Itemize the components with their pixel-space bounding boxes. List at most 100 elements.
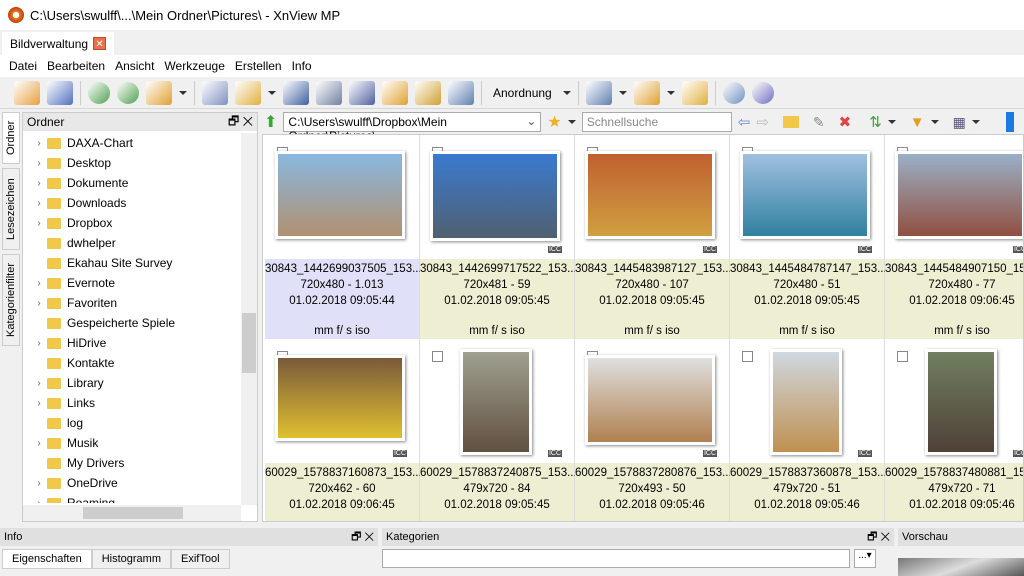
folder-item[interactable]: › Favoriten — [23, 293, 241, 313]
side-tab-kategorienfilter[interactable]: Kategorienfilter — [2, 254, 20, 346]
folder-item[interactable]: › Desktop — [23, 153, 241, 173]
thumbnail-item[interactable]: ICC 30843_1445483987127_153... 720x480 - 1… — [575, 135, 732, 339]
panel-float-close-icon[interactable]: 🗗 ✕ — [351, 528, 374, 547]
folder-item[interactable]: › Roaming — [23, 493, 241, 503]
info-tab-histogramm[interactable]: Histogramm — [91, 549, 172, 569]
thumbnail-size-slider[interactable] — [1005, 112, 1014, 132]
expand-arrow-icon[interactable]: › — [31, 138, 47, 149]
menu-erstellen[interactable]: Erstellen — [235, 59, 282, 73]
fullscreen-icon[interactable] — [47, 80, 73, 105]
folder-item[interactable]: › Library — [23, 373, 241, 393]
dropdown-arrow-icon[interactable] — [666, 90, 675, 95]
folder-item[interactable]: › Downloads — [23, 193, 241, 213]
dropdown-arrow-icon[interactable] — [618, 90, 627, 95]
folder-item[interactable]: Gespeicherte Spiele — [23, 313, 241, 333]
folder-item[interactable]: › Musik — [23, 433, 241, 453]
dropdown-arrow-icon[interactable] — [562, 90, 571, 95]
quick-search-input[interactable]: Schnellsuche — [581, 112, 732, 132]
thumbnail-item[interactable]: ICC 60029_1578837240875_153... 479x720 - 8… — [420, 339, 577, 521]
thumbnail-item[interactable]: ICC 30843_1445484907150_153... 720x480 - 7… — [885, 135, 1023, 339]
panel-float-close-icon[interactable]: 🗗 ✕ — [867, 528, 890, 547]
select-checkbox[interactable] — [742, 351, 753, 362]
expand-arrow-icon[interactable]: › — [31, 498, 47, 504]
scroll-thumb[interactable] — [242, 313, 256, 373]
panel-float-close-icon[interactable]: 🗗 ✕ — [228, 112, 253, 133]
expand-arrow-icon[interactable]: › — [31, 218, 47, 229]
thumbnail-item[interactable]: 30843_1442699037505_153... 720x480 - 1.01… — [265, 135, 422, 339]
select-checkbox[interactable] — [432, 351, 443, 362]
view-mode-icon[interactable]: ▦ — [953, 114, 966, 131]
folder-vertical-scrollbar[interactable] — [241, 133, 257, 505]
info-icon[interactable] — [202, 80, 228, 105]
menu-ansicht[interactable]: Ansicht — [115, 59, 154, 73]
menu-datei[interactable]: Datei — [9, 59, 37, 73]
expand-arrow-icon[interactable]: › — [31, 478, 47, 489]
convert-icon[interactable] — [146, 80, 172, 105]
sort-icon[interactable]: ⇅ — [869, 113, 882, 131]
copy-to-icon[interactable] — [382, 80, 408, 105]
thumbnail-item[interactable]: ICC 60029_1578837280876_153... 720x493 - 5… — [575, 339, 732, 521]
folder-item[interactable]: My Drivers — [23, 453, 241, 473]
move-to-icon[interactable] — [415, 80, 441, 105]
close-tab-icon[interactable]: ✕ — [93, 37, 107, 50]
help-icon[interactable] — [751, 81, 774, 104]
thumbnail-item[interactable]: ICC 60029_1578837360878_153... 479x720 - 5… — [730, 339, 887, 521]
expand-arrow-icon[interactable]: › — [31, 298, 47, 309]
settings-icon[interactable] — [722, 81, 745, 104]
info-tab-eigenschaften[interactable]: Eigenschaften — [2, 549, 92, 569]
rename-icon[interactable]: ✎ — [813, 114, 825, 131]
folder-item[interactable]: › Links — [23, 393, 241, 413]
move-icon[interactable] — [235, 80, 261, 105]
thumbnail-item[interactable]: ICC 60029_1578837480881_153... 479x720 - 7… — [885, 339, 1023, 521]
categories-menu-button[interactable]: ...▾ — [854, 549, 876, 568]
folder-item[interactable]: log — [23, 413, 241, 433]
folder-item[interactable]: › Dokumente — [23, 173, 241, 193]
thumbnail-item[interactable]: ICC 60029_1578837160873_153... 720x462 - 6… — [265, 339, 422, 521]
delete-icon[interactable]: ✖ — [839, 113, 852, 131]
filter-icon[interactable]: ▼ — [910, 114, 925, 131]
expand-arrow-icon[interactable]: › — [31, 158, 47, 169]
select-checkbox[interactable] — [897, 351, 908, 362]
expand-arrow-icon[interactable]: › — [31, 198, 47, 209]
expand-arrow-icon[interactable]: › — [31, 178, 47, 189]
folder-item[interactable]: Ekahau Site Survey — [23, 253, 241, 273]
folder-item[interactable]: › OneDrive — [23, 473, 241, 493]
folder-horizontal-scrollbar[interactable] — [23, 505, 241, 521]
new-folder-icon[interactable] — [782, 116, 799, 128]
chevron-down-icon[interactable]: ⌄ — [526, 114, 536, 128]
folder-item[interactable]: › DAXA-Chart — [23, 133, 241, 153]
favorites-star-icon[interactable]: ★ — [547, 112, 561, 132]
expand-arrow-icon[interactable]: › — [31, 278, 47, 289]
categories-input[interactable] — [382, 549, 850, 568]
info-tab-exiftool[interactable]: ExifTool — [171, 549, 230, 569]
rotate-left-icon[interactable] — [88, 81, 110, 104]
folder-item[interactable]: › Dropbox — [23, 213, 241, 233]
batch-rename-icon[interactable] — [585, 80, 612, 105]
expand-arrow-icon[interactable]: › — [31, 398, 47, 409]
find-icon[interactable] — [283, 80, 309, 105]
folder-item[interactable]: Kontakte — [23, 353, 241, 373]
folder-item[interactable]: dwhelper — [23, 233, 241, 253]
dropdown-arrow-icon[interactable] — [179, 90, 187, 95]
tab-bildverwaltung[interactable]: Bildverwaltung ✕ — [2, 32, 115, 55]
menu-info[interactable]: Info — [292, 59, 312, 73]
rotate-right-icon[interactable] — [117, 81, 139, 104]
view-icon[interactable] — [14, 80, 40, 105]
up-folder-icon[interactable]: ⬆ — [264, 112, 277, 132]
forward-arrow-icon[interactable]: ⇨ — [756, 113, 769, 131]
arrange-button[interactable]: Anordnung — [493, 86, 552, 100]
thumbnail-item[interactable]: ICC 30843_1445484787147_153... 720x480 - 5… — [730, 135, 887, 339]
expand-arrow-icon[interactable]: › — [31, 438, 47, 449]
folder-tree-icon[interactable] — [681, 80, 708, 105]
bookmark-icon[interactable] — [633, 80, 660, 105]
side-tab-lesezeichen[interactable]: Lesezeichen — [2, 168, 20, 250]
expand-arrow-icon[interactable]: › — [31, 378, 47, 389]
scan-icon[interactable] — [349, 80, 375, 105]
menu-werkzeuge[interactable]: Werkzeuge — [164, 59, 224, 73]
folder-item[interactable]: › HiDrive — [23, 333, 241, 353]
capture-icon[interactable] — [448, 80, 474, 105]
path-input[interactable]: C:\Users\swulff\Dropbox\Mein Ordner\Pict… — [283, 112, 542, 143]
side-tab-ordner[interactable]: Ordner — [2, 112, 20, 164]
scroll-thumb[interactable] — [83, 507, 183, 519]
back-arrow-icon[interactable]: ⇦ — [738, 113, 751, 131]
